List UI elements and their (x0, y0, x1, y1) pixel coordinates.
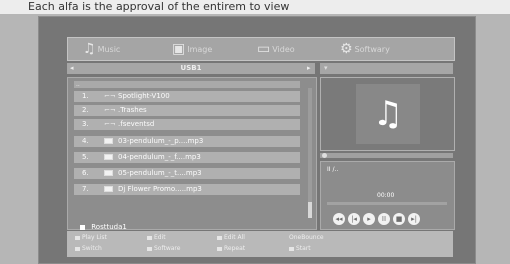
tab-image[interactable]: ▣ Image (172, 40, 212, 58)
preview-separator (320, 153, 453, 158)
media-tabs: ♫ Music ▣ Image ▭ Video ⚙ Softwary (67, 37, 455, 61)
list-item[interactable]: 2. ⌐¬ .Trashes (74, 105, 300, 116)
list-scrollbar-thumb[interactable] (308, 202, 312, 218)
music-note-icon: ♫ (83, 41, 96, 57)
hint-label: Edit All (224, 234, 245, 241)
key-icon (147, 235, 152, 240)
key-icon (217, 235, 222, 240)
player-controls: ◂◂ |◂ ▸ II ■ ▸| (333, 213, 423, 225)
folder-icon: ⌐¬ (104, 106, 116, 114)
list-item[interactable]: 5. 04-pendulum_-_f....mp3 (74, 152, 300, 163)
tab-video[interactable]: ▭ Video (257, 40, 295, 58)
list-item-number: 4. (82, 137, 89, 145)
music-file-icon (104, 154, 113, 160)
preview-header-arrow-icon: ▾ (324, 64, 328, 72)
top-caption: Each alfa is the approval of the entirem… (0, 0, 510, 14)
preview-panel: ♫ (320, 77, 455, 151)
hint-software[interactable]: Software (147, 245, 180, 252)
list-item-number: 5. (82, 153, 89, 161)
list-item-name: .Trashes (118, 106, 147, 114)
list-item-name: 03-pendulum_-_p....mp3 (118, 137, 204, 145)
tab-video-label: Video (272, 44, 295, 54)
media-player-screen: ♫ Music ▣ Image ▭ Video ⚙ Softwary ◂ USB… (38, 16, 476, 264)
tab-software-label: Softwary (354, 44, 390, 54)
hint-label: Edit (154, 234, 166, 241)
music-file-icon (104, 186, 113, 192)
key-icon (217, 246, 222, 251)
preview-header-bar: ▾ (320, 63, 453, 74)
selected-status-text: Rosttuda1 (91, 223, 127, 231)
tab-music-label: Music (97, 44, 121, 54)
list-scrollbar[interactable] (308, 88, 312, 218)
list-parent-row[interactable]: .. (74, 81, 300, 88)
list-item[interactable]: 3. ⌐¬ .fseventsd (74, 119, 300, 130)
separator-knob-icon (322, 153, 327, 158)
hint-edit-all[interactable]: Edit All (217, 234, 245, 241)
key-icon (147, 246, 152, 251)
folder-icon: ⌐¬ (104, 92, 116, 100)
list-item[interactable]: 4. 03-pendulum_-_p....mp3 (74, 136, 300, 147)
music-file-icon (104, 170, 113, 176)
list-item-number: 1. (82, 92, 89, 100)
list-item-name: Dj Flower Promo.....mp3 (118, 185, 202, 193)
hint-switch[interactable]: Switch (75, 245, 102, 252)
hint-label: OneBounce (289, 234, 324, 241)
hint-label: Start (296, 245, 311, 252)
hint-start[interactable]: Start (289, 245, 311, 252)
pause-icon[interactable]: II (378, 213, 390, 225)
progress-bar[interactable] (327, 202, 447, 205)
path-bar: ◂ USB1 ▸ (67, 63, 315, 74)
list-item[interactable]: 6. 05-pendulum_-_t....mp3 (74, 168, 300, 179)
next-icon[interactable]: ▸| (408, 213, 420, 225)
hint-label: Repeat (224, 245, 246, 252)
key-icon (289, 246, 294, 251)
hint-label: Software (154, 245, 181, 252)
bullet-icon (80, 224, 85, 230)
hint-label: Play List (82, 234, 107, 241)
rewind-icon[interactable]: ◂◂ (333, 213, 345, 225)
key-icon (75, 246, 80, 251)
list-item-name: 05-pendulum_-_t....mp3 (118, 169, 202, 177)
player-state: II /.. (327, 166, 339, 173)
stop-icon[interactable]: ■ (393, 213, 405, 225)
bottom-hint-bar: Play List Edit Edit All OneBounce Switch… (67, 231, 453, 257)
image-icon: ▣ (172, 41, 186, 57)
hint-label: Switch (82, 245, 102, 252)
prev-icon[interactable]: |◂ (348, 213, 360, 225)
hint-repeat[interactable]: Repeat (217, 245, 245, 252)
tab-software[interactable]: ⚙ Softwary (340, 40, 390, 58)
list-item-number: 7. (82, 185, 89, 193)
selected-status: Rosttuda1 (80, 223, 127, 231)
music-file-icon (104, 138, 113, 144)
key-icon (75, 235, 80, 240)
software-icon: ⚙ (340, 41, 353, 57)
list-item[interactable]: 1. ⌐¬ Spotlight-V100 (74, 91, 300, 102)
hint-edit[interactable]: Edit (147, 234, 166, 241)
file-list-panel: .. 1. ⌐¬ Spotlight-V100 2. ⌐¬ .Trashes 3… (67, 77, 317, 231)
play-icon[interactable]: ▸ (363, 213, 375, 225)
list-item-name: 04-pendulum_-_f....mp3 (118, 153, 201, 161)
path-right-arrow-icon[interactable]: ▸ (307, 63, 311, 74)
tab-image-label: Image (187, 44, 213, 54)
hint-onebounce[interactable]: OneBounce (289, 234, 324, 241)
path-title: USB1 (180, 64, 202, 72)
list-item-name: .fseventsd (118, 120, 155, 128)
folder-icon: ⌐¬ (104, 120, 116, 128)
list-item-number: 6. (82, 169, 89, 177)
hint-play-list[interactable]: Play List (75, 234, 107, 241)
video-icon: ▭ (257, 41, 271, 57)
list-item-name: Spotlight-V100 (118, 92, 170, 100)
list-item-number: 3. (82, 120, 89, 128)
tab-music[interactable]: ♫ Music (83, 40, 120, 58)
list-item-number: 2. (82, 106, 89, 114)
player-panel: II /.. 00:00 ◂◂ |◂ ▸ II ■ ▸| (320, 161, 455, 230)
music-note-icon: ♫ (356, 84, 420, 144)
player-time: 00:00 (377, 192, 395, 199)
list-item[interactable]: 7. Dj Flower Promo.....mp3 (74, 184, 300, 195)
